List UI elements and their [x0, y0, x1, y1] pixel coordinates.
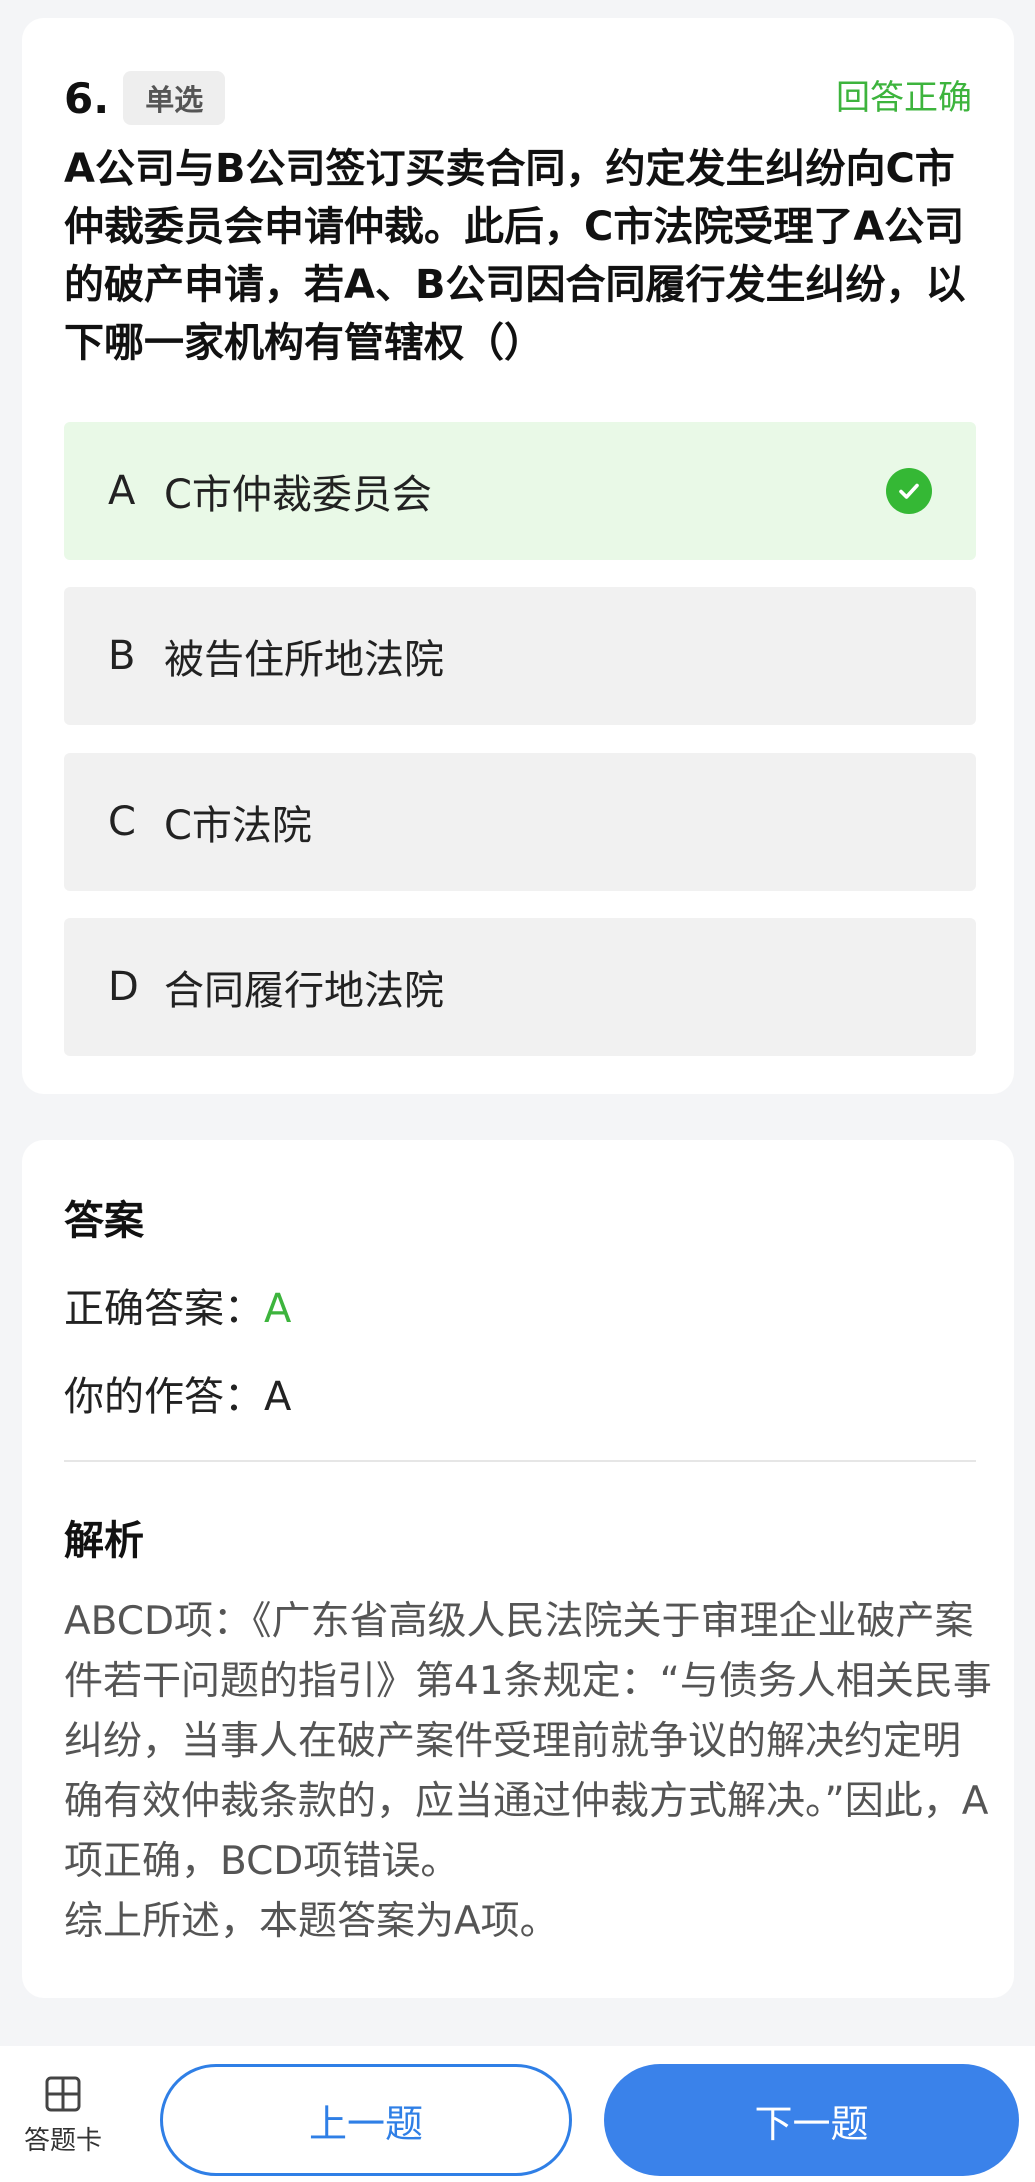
answer-sheet-button[interactable]: 答题卡 [18, 2076, 108, 2157]
grid-icon [45, 2076, 81, 2112]
your-answer-value: A [264, 1374, 292, 1420]
correct-answer-label: 正确答案： [64, 1286, 264, 1332]
question-card: 6. 单选 回答正确 A公司与B公司签订买卖合同，约定发生纠纷向C市仲裁委员会申… [22, 18, 1014, 1094]
answer-status: 回答正确 [836, 78, 972, 118]
answer-card: 答案 正确答案：A 你的作答：A 解析 ABCD项：《广东省高级人民法院关于审理… [22, 1140, 1014, 1998]
option-letter: B [108, 633, 136, 679]
option-text: C市法院 [164, 803, 312, 849]
option-text: 合同履行地法院 [164, 968, 444, 1014]
answer-sheet-label: 答题卡 [23, 2126, 102, 2156]
check-circle-icon [886, 468, 932, 514]
analysis-text: ABCD项：《广东省高级人民法院关于审理企业破产案件若干问题的指引》第41条规定… [64, 1599, 992, 1884]
option-letter: C [108, 799, 136, 845]
question-text: A公司与B公司签订买卖合同，约定发生纠纷向C市仲裁委员会申请仲裁。此后，C市法院… [64, 146, 966, 366]
analysis-section-title: 解析 [64, 1518, 144, 1564]
option-text: C市仲裁委员会 [164, 472, 432, 518]
option-letter: D [108, 964, 139, 1010]
analysis-body: ABCD项：《广东省高级人民法院关于审理企业破产案件若干问题的指引》第41条规定… [64, 1592, 999, 1952]
option-b[interactable]: B 被告住所地法院 [64, 587, 976, 725]
your-answer-line: 你的作答：A [64, 1364, 291, 1422]
prev-question-button[interactable]: 上一题 [160, 2064, 572, 2176]
question-header: 6. 单选 [64, 70, 226, 126]
correct-answer-line: 正确答案：A [64, 1276, 291, 1334]
analysis-summary: 综上所述，本题答案为A项。 [64, 1899, 559, 1944]
correct-answer-value: A [264, 1286, 292, 1332]
option-d[interactable]: D 合同履行地法院 [64, 918, 976, 1056]
section-divider [64, 1460, 976, 1462]
answer-section-title: 答案 [64, 1198, 144, 1244]
option-c[interactable]: C C市法院 [64, 753, 976, 891]
option-text: 被告住所地法院 [164, 637, 444, 683]
question-type-badge: 单选 [123, 71, 226, 125]
question-number: 6. [64, 73, 110, 123]
option-a[interactable]: A C市仲裁委员会 [64, 422, 976, 560]
bottom-nav-bar: 答题卡 上一题 下一题 [0, 2046, 1035, 2182]
option-letter: A [108, 468, 136, 514]
your-answer-label: 你的作答： [64, 1374, 264, 1420]
next-question-button[interactable]: 下一题 [604, 2064, 1019, 2176]
